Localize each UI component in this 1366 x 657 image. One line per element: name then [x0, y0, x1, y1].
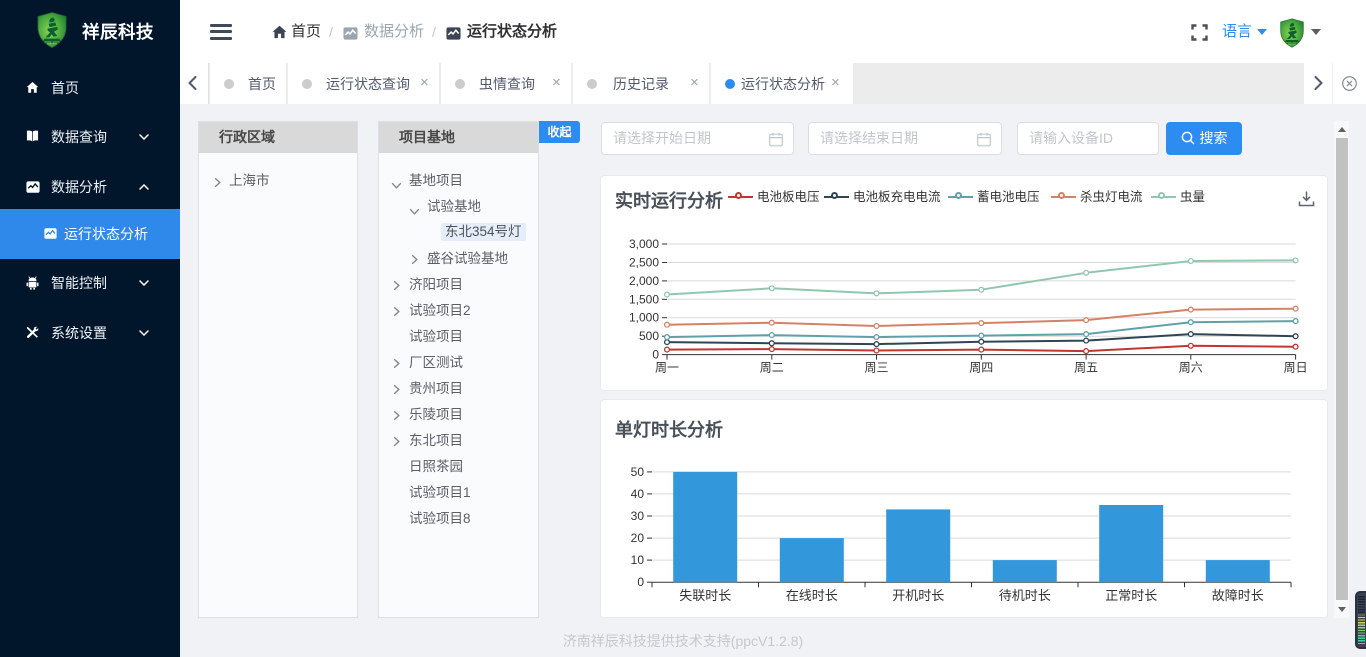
- svg-text:20: 20: [631, 531, 645, 545]
- svg-text:周二: 周二: [760, 361, 784, 375]
- svg-text:10: 10: [631, 553, 645, 567]
- svg-text:周三: 周三: [864, 361, 888, 375]
- svg-text:1,500: 1,500: [629, 292, 659, 306]
- svg-text:50: 50: [631, 465, 645, 479]
- svg-text:500: 500: [639, 329, 659, 343]
- svg-text:周五: 周五: [1074, 361, 1098, 375]
- svg-text:周六: 周六: [1179, 361, 1203, 375]
- svg-text:开机时长: 开机时长: [892, 588, 944, 603]
- svg-text:在线时长: 在线时长: [786, 588, 838, 603]
- svg-text:故障时长: 故障时长: [1212, 588, 1264, 603]
- svg-text:0: 0: [652, 348, 659, 362]
- svg-text:1,000: 1,000: [629, 311, 659, 325]
- svg-text:周日: 周日: [1284, 361, 1308, 375]
- svg-text:3,000: 3,000: [629, 237, 659, 251]
- svg-text:待机时长: 待机时长: [999, 588, 1051, 603]
- svg-text:失联时长: 失联时长: [679, 588, 731, 603]
- svg-text:周四: 周四: [969, 361, 993, 375]
- svg-text:周一: 周一: [655, 361, 679, 375]
- svg-text:2,500: 2,500: [629, 256, 659, 270]
- svg-text:30: 30: [631, 509, 645, 523]
- svg-text:0: 0: [637, 575, 644, 589]
- svg-text:2,000: 2,000: [629, 274, 659, 288]
- svg-text:40: 40: [631, 487, 645, 501]
- svg-text:正常时长: 正常时长: [1105, 588, 1157, 603]
